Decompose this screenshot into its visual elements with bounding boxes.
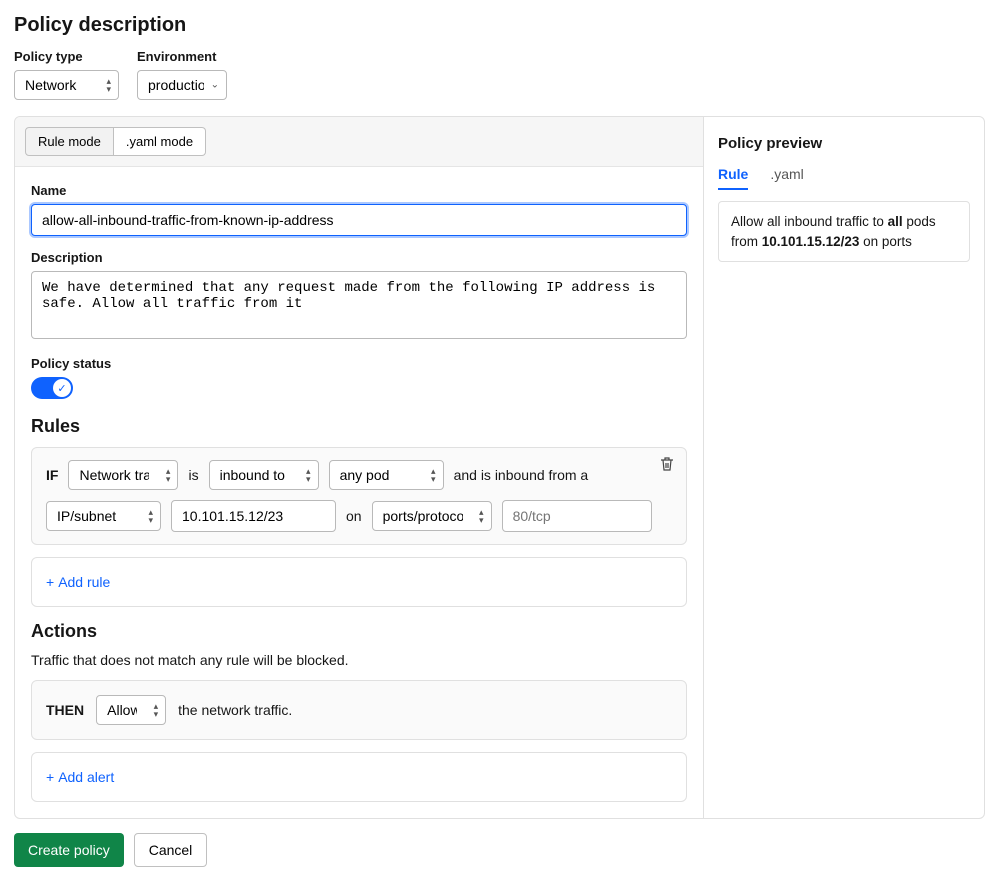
target-select[interactable]: any pod — [329, 460, 444, 490]
ports-type-select[interactable]: ports/protocols — [372, 501, 492, 531]
policy-type-label: Policy type — [14, 49, 119, 64]
policy-type-field: Policy type Network ▴▾ — [14, 49, 119, 100]
plus-icon: + — [46, 574, 54, 590]
preview-bold: all — [888, 214, 903, 229]
from-text: and is inbound from a — [454, 467, 589, 483]
description-label: Description — [31, 250, 687, 265]
preview-tab-yaml[interactable]: .yaml — [770, 166, 803, 190]
name-label: Name — [31, 183, 687, 198]
policy-type-select[interactable]: Network — [14, 70, 119, 100]
environment-field: Environment production ⌄ — [137, 49, 227, 100]
tab-rule-mode[interactable]: Rule mode — [25, 127, 114, 156]
action-verb-select[interactable]: Allow — [96, 695, 166, 725]
create-policy-button[interactable]: Create policy — [14, 833, 124, 867]
actions-heading: Actions — [31, 621, 687, 642]
page-title: Policy description — [14, 14, 985, 37]
check-icon: ✓ — [57, 382, 66, 395]
rules-heading: Rules — [31, 416, 687, 437]
add-rule-card: + Add rule — [31, 557, 687, 607]
action-suffix: the network traffic. — [178, 702, 292, 718]
add-alert-card: + Add alert — [31, 752, 687, 802]
plus-icon: + — [46, 769, 54, 785]
on-text: on — [346, 508, 362, 524]
add-alert-button[interactable]: + Add alert — [46, 765, 114, 789]
if-label: IF — [46, 467, 58, 483]
source-type-select[interactable]: IP/subnet — [46, 501, 161, 531]
preview-segment: on ports — [859, 234, 912, 249]
is-text: is — [188, 467, 198, 483]
actions-subtext: Traffic that does not match any rule wil… — [31, 652, 687, 668]
rule-card: IF Network traffic ▴▾ is inbound to ▴▾ a… — [31, 447, 687, 545]
preview-bold: 10.101.15.12/23 — [762, 234, 860, 249]
name-input[interactable] — [31, 204, 687, 236]
action-card: THEN Allow ▴▾ the network traffic. — [31, 680, 687, 740]
preview-segment: Allow all inbound traffic to — [731, 214, 888, 229]
tab-yaml-mode[interactable]: .yaml mode — [114, 127, 206, 156]
main-panel: Rule mode.yaml mode Name Description We … — [14, 116, 985, 819]
preview-panel: Policy preview Rule .yaml Allow all inbo… — [704, 117, 984, 818]
then-label: THEN — [46, 702, 84, 718]
add-rule-button[interactable]: + Add rule — [46, 570, 110, 594]
preview-title: Policy preview — [718, 135, 970, 152]
direction-select[interactable]: inbound to — [209, 460, 319, 490]
policy-status-label: Policy status — [31, 356, 687, 371]
add-alert-label: Add alert — [58, 769, 114, 785]
ports-input[interactable] — [502, 500, 652, 532]
preview-tab-rule[interactable]: Rule — [718, 166, 748, 190]
ip-subnet-input[interactable] — [171, 500, 336, 532]
cancel-button[interactable]: Cancel — [134, 833, 208, 867]
preview-text: Allow all inbound traffic to all pods fr… — [718, 201, 970, 262]
traffic-type-select[interactable]: Network traffic — [68, 460, 178, 490]
policy-status-toggle[interactable]: ✓ — [31, 377, 73, 399]
mode-bar: Rule mode.yaml mode — [15, 117, 703, 167]
delete-rule-button[interactable] — [660, 456, 674, 475]
trash-icon — [660, 456, 674, 472]
add-rule-label: Add rule — [58, 574, 110, 590]
environment-label: Environment — [137, 49, 227, 64]
environment-select[interactable]: production — [137, 70, 227, 100]
description-textarea[interactable]: We have determined that any request made… — [31, 271, 687, 339]
